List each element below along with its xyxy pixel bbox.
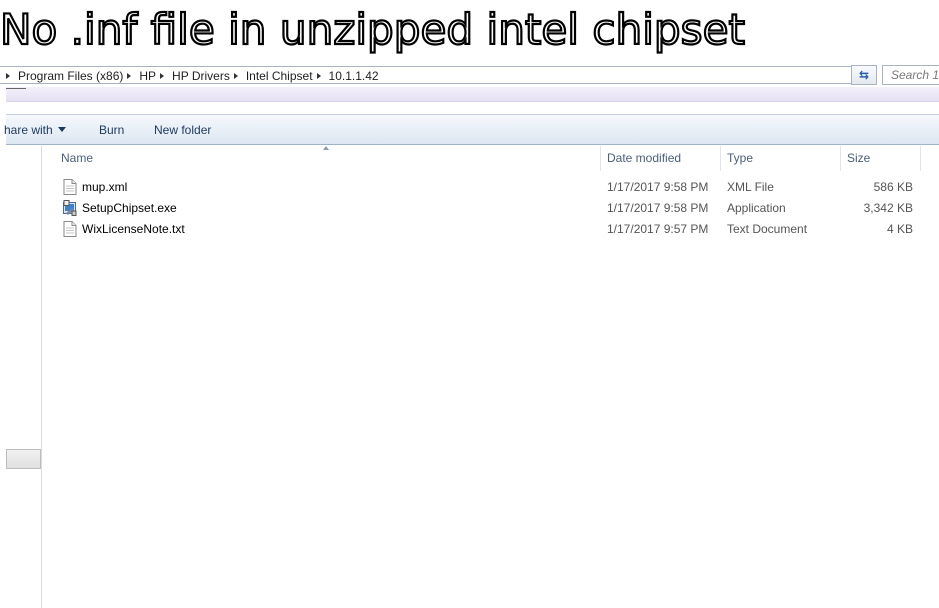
file-row[interactable]: mup.xml 1/17/2017 9:58 PM XML File 586 K… [43, 177, 923, 198]
refresh-button[interactable]: ⇆ [851, 65, 877, 85]
address-bar[interactable]: Program Files (x86) HP HP Drivers Intel … [0, 66, 877, 84]
setup-exe-icon [63, 200, 77, 216]
annotation-text: No .inf file in unzipped intel chipset [0, 5, 745, 54]
breadcrumb-separator-icon[interactable] [6, 73, 10, 79]
file-name[interactable]: WixLicenseNote.txt [82, 222, 185, 236]
sort-ascending-icon [323, 146, 329, 150]
file-type: Application [727, 201, 786, 215]
share-with-button[interactable]: hare with [4, 123, 66, 137]
breadcrumb-separator-icon[interactable] [233, 73, 238, 79]
file-size: 586 KB [873, 180, 913, 194]
file-date-modified: 1/17/2017 9:58 PM [607, 180, 709, 194]
breadcrumb-item-program-files[interactable]: Program Files (x86) [18, 69, 123, 83]
navigation-scrollbar-thumb[interactable] [6, 449, 41, 469]
breadcrumb-item-hp[interactable]: HP [139, 69, 156, 83]
breadcrumb-item-version[interactable]: 10.1.1.42 [329, 69, 379, 83]
file-row[interactable]: SetupChipset.exe 1/17/2017 9:58 PM Appli… [43, 198, 923, 219]
breadcrumb-separator-icon[interactable] [127, 73, 132, 79]
file-name[interactable]: SetupChipset.exe [82, 201, 177, 215]
column-header: Name Date modified Type Size [43, 146, 923, 171]
text-file-icon [63, 221, 77, 237]
file-name[interactable]: mup.xml [82, 180, 127, 194]
breadcrumb-item-intel-chipset[interactable]: Intel Chipset [246, 69, 313, 83]
xml-file-icon [63, 179, 77, 195]
new-folder-button[interactable]: New folder [154, 123, 211, 137]
share-with-label: hare with [4, 123, 53, 137]
file-type: Text Document [727, 222, 808, 236]
file-row[interactable]: WixLicenseNote.txt 1/17/2017 9:57 PM Tex… [43, 219, 923, 240]
handwritten-annotation: No .inf file in unzipped intel chipset [0, 4, 746, 55]
search-input[interactable]: Search 10 [882, 65, 939, 85]
breadcrumb-item-hp-drivers[interactable]: HP Drivers [172, 69, 230, 83]
breadcrumb-separator-icon[interactable] [316, 73, 321, 79]
file-type: XML File [727, 180, 774, 194]
burn-button[interactable]: Burn [99, 123, 124, 137]
file-size: 4 KB [886, 222, 913, 236]
file-date-modified: 1/17/2017 9:57 PM [607, 222, 709, 236]
navigation-pane[interactable] [6, 146, 42, 608]
file-list: Name Date modified Type Size mup.xml 1/1… [43, 146, 939, 608]
command-bar: hare with Burn New folder [4, 114, 939, 145]
divider [6, 88, 26, 89]
column-header-type[interactable]: Type [721, 146, 841, 171]
breadcrumb: Program Files (x86) HP HP Drivers Intel … [4, 68, 379, 84]
file-size: 3,342 KB [863, 201, 913, 215]
chevron-down-icon [57, 127, 66, 132]
breadcrumb-separator-icon[interactable] [160, 73, 165, 79]
refresh-icon: ⇆ [858, 68, 870, 82]
file-date-modified: 1/17/2017 9:58 PM [607, 201, 709, 215]
column-header-size[interactable]: Size [841, 146, 921, 171]
column-header-date-modified[interactable]: Date modified [601, 146, 721, 171]
menu-strip [6, 87, 939, 102]
